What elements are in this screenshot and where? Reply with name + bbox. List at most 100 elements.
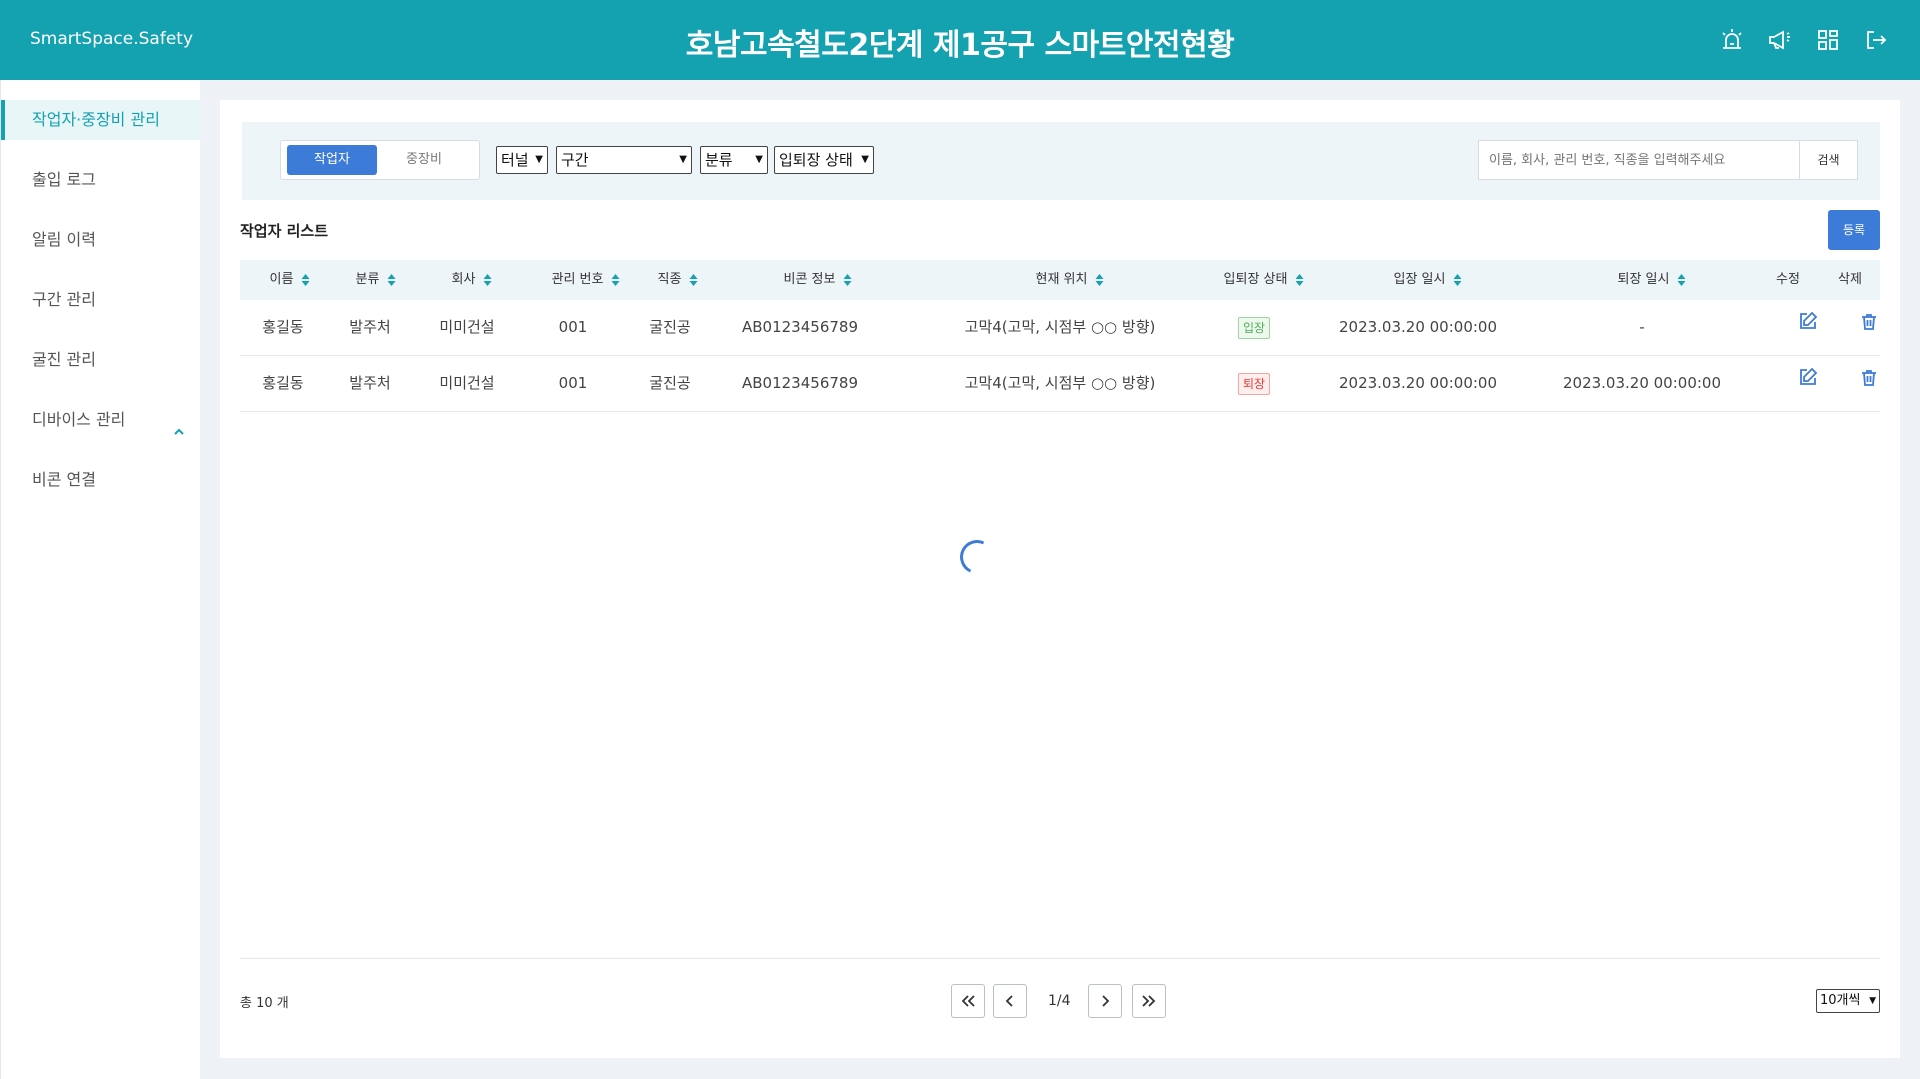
cell-category: 발주처 [349, 318, 391, 336]
cell-mgmt-no: 001 [558, 374, 588, 392]
prev-page-button[interactable] [993, 984, 1027, 1018]
col-header-beacon[interactable]: 비콘 정보 [784, 260, 853, 300]
sort-icon [689, 273, 698, 287]
status-select[interactable]: 입퇴장 상태 ▼ [774, 146, 874, 174]
cell-delete [1859, 300, 1879, 355]
alarm-icon[interactable] [1718, 26, 1746, 54]
cell-job: 굴진공 [649, 374, 691, 392]
col-header-company[interactable]: 회사 [452, 260, 493, 300]
sidebar-item-device-mgmt[interactable]: 디바이스 관리 [1, 400, 201, 440]
cell-exit-time: - [1639, 318, 1645, 336]
page-indicator: 1/4 [1048, 993, 1071, 1009]
col-header-category[interactable]: 분류 [356, 260, 397, 300]
last-page-button[interactable] [1132, 984, 1166, 1018]
filter-bar: 작업자 중장비 터널 ▼ 구간 ▼ 분류 ▼ 입퇴장 상태 ▼ 검색 [242, 122, 1880, 200]
double-chevron-left-icon [961, 995, 975, 1007]
tunnel-select-value: 터널 [501, 151, 529, 169]
chevron-down-icon: ▼ [679, 154, 687, 165]
chevron-right-icon [1102, 995, 1110, 1007]
status-select-value: 입퇴장 상태 [779, 151, 853, 169]
cell-entry-time: 2023.03.20 00:00:00 [1338, 374, 1498, 392]
sort-icon [1453, 273, 1462, 287]
per-page-select[interactable]: 10개씩 ▼ [1816, 989, 1880, 1013]
sort-icon [1095, 273, 1104, 287]
chevron-down-icon: ▼ [535, 154, 543, 165]
trash-icon[interactable] [1859, 300, 1879, 355]
section-select[interactable]: 구간 ▼ [556, 146, 692, 174]
main-panel: 작업자 중장비 터널 ▼ 구간 ▼ 분류 ▼ 입퇴장 상태 ▼ 검색 작업자 리스트 등… [220, 100, 1900, 1058]
cell-status: 퇴장 [1237, 356, 1271, 411]
register-button[interactable]: 등록 [1828, 210, 1880, 250]
cell-status: 입장 [1237, 300, 1271, 355]
sidebar-item-beacon-link[interactable]: 비콘 연결 [1, 460, 201, 500]
loading-spinner-icon [955, 535, 999, 579]
col-header-delete: 삭제 [1838, 272, 1862, 287]
category-select-value: 분류 [705, 151, 733, 169]
trash-icon[interactable] [1859, 356, 1879, 411]
sidebar-item-excavation-mgmt[interactable]: 굴진 관리 [1, 340, 201, 380]
tab-worker[interactable]: 작업자 [287, 145, 377, 175]
type-toggle: 작업자 중장비 [280, 140, 480, 180]
sort-icon [301, 273, 310, 287]
tunnel-select[interactable]: 터널 ▼ [496, 146, 548, 174]
table-row: 홍길동 발주처 미미건설 001 굴진공 AB0123456789 고막4(고막… [240, 300, 1880, 356]
cell-mgmt-no: 001 [558, 318, 588, 336]
cell-edit [1797, 300, 1819, 355]
per-page-value: 10개씩 [1820, 993, 1861, 1008]
cell-location: 고막4(고막, 시점부 ○○ 방향) [964, 374, 1156, 392]
sidebar-item-section-mgmt[interactable]: 구간 관리 [1, 280, 201, 320]
sidebar: 작업자·중장비 관리 출입 로그 알림 이력 구간 관리 굴진 관리 디바이스 … [0, 80, 201, 1079]
double-chevron-right-icon [1142, 995, 1156, 1007]
cell-job: 굴진공 [649, 318, 691, 336]
cell-category: 발주처 [349, 374, 391, 392]
cell-name: 홍길동 [262, 318, 304, 336]
cell-edit [1797, 356, 1819, 411]
col-header-name[interactable]: 이름 [270, 260, 311, 300]
col-header-job[interactable]: 직종 [658, 260, 699, 300]
table-header: 이름 분류 회사 관리 번호 직종 비콘 정보 현재 위치 입퇴장 상태 입장 … [240, 260, 1880, 300]
col-header-location[interactable]: 현재 위치 [1036, 260, 1105, 300]
chevron-down-icon: ▼ [1869, 996, 1876, 1006]
dashboard-icon[interactable] [1814, 26, 1842, 54]
first-page-button[interactable] [951, 984, 985, 1018]
search-button[interactable]: 검색 [1799, 141, 1857, 179]
cell-beacon: AB0123456789 [742, 374, 858, 392]
cell-name: 홍길동 [262, 374, 304, 392]
search-box: 검색 [1478, 140, 1858, 180]
cell-company: 미미건설 [439, 318, 495, 336]
sidebar-item-access-log[interactable]: 출입 로그 [1, 160, 201, 200]
edit-icon[interactable] [1797, 356, 1819, 411]
list-title: 작업자 리스트 [240, 222, 329, 240]
cell-company: 미미건설 [439, 374, 495, 392]
chevron-up-icon[interactable] [173, 413, 185, 453]
search-input[interactable] [1479, 141, 1799, 179]
total-count: 총 10 개 [240, 996, 289, 1011]
megaphone-icon[interactable] [1766, 26, 1794, 54]
col-header-edit: 수정 [1776, 272, 1800, 287]
sidebar-item-worker-equipment[interactable]: 작업자·중장비 관리 [1, 100, 201, 140]
col-header-mgmt-no[interactable]: 관리 번호 [552, 260, 621, 300]
sort-icon [387, 273, 396, 287]
cell-location: 고막4(고막, 시점부 ○○ 방향) [964, 318, 1156, 336]
edit-icon[interactable] [1797, 300, 1819, 355]
col-header-entry-time[interactable]: 입장 일시 [1394, 260, 1463, 300]
sort-icon [611, 273, 620, 287]
col-header-status[interactable]: 입퇴장 상태 [1224, 260, 1305, 300]
next-page-button[interactable] [1088, 984, 1122, 1018]
category-select[interactable]: 분류 ▼ [700, 146, 768, 174]
cell-beacon: AB0123456789 [742, 318, 858, 336]
page-title: 호남고속철도2단계 제1공구 스마트안전현황 [685, 28, 1235, 63]
cell-exit-time: 2023.03.20 00:00:00 [1562, 374, 1722, 392]
sidebar-item-alert-history[interactable]: 알림 이력 [1, 220, 201, 260]
status-badge: 입장 [1237, 316, 1271, 339]
chevron-left-icon [1005, 995, 1013, 1007]
cell-entry-time: 2023.03.20 00:00:00 [1338, 318, 1498, 336]
sidebar-item-label: 디바이스 관리 [32, 410, 126, 429]
col-header-exit-time[interactable]: 퇴장 일시 [1618, 260, 1687, 300]
tab-equipment[interactable]: 중장비 [379, 145, 469, 175]
header-actions [1718, 26, 1890, 54]
section-select-value: 구간 [561, 151, 589, 169]
chevron-down-icon: ▼ [861, 154, 869, 165]
logout-icon[interactable] [1862, 26, 1890, 54]
sort-icon [1677, 273, 1686, 287]
